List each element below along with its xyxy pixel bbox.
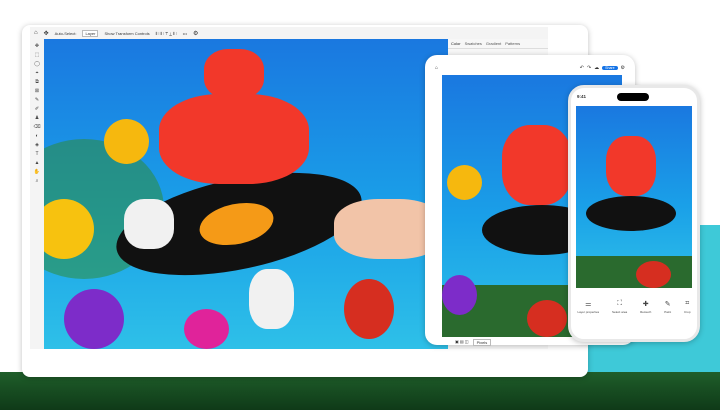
gear-icon[interactable]: ⚙: [193, 30, 198, 37]
panel-tab[interactable]: Color: [451, 41, 461, 46]
panel-tab[interactable]: Patterns: [505, 41, 520, 46]
units-select[interactable]: Pixels: [472, 339, 492, 346]
forest-backdrop: [0, 372, 720, 410]
phone-tool-button[interactable]: ⌗ Crop: [684, 300, 691, 314]
phone-tool-label: Layer properties: [577, 310, 600, 314]
tool-button[interactable]: ⊠: [35, 88, 39, 94]
phone-canvas[interactable]: [576, 106, 692, 288]
tools-panel: ✥ ⬚ ◯ ⌖ ⧉ ⊠ ✎ ✐ ♟ ⌫ ◐ ◈ T ▲ ✋ ⌕: [30, 39, 44, 349]
dynamic-island: [617, 93, 649, 101]
settings-icon[interactable]: ⚙: [621, 65, 625, 71]
bandage-icon: ✚: [642, 301, 649, 308]
status-time: 9:41: [577, 94, 587, 99]
phone-tool-button[interactable]: ⚌ Layer properties: [577, 300, 599, 314]
tool-button[interactable]: ♟: [35, 115, 39, 121]
tool-button[interactable]: ✐: [35, 106, 39, 112]
undo-icon[interactable]: ↶: [580, 65, 584, 71]
tool-button[interactable]: ◐: [35, 133, 38, 139]
brush-icon: ✎: [664, 301, 671, 308]
tool-button[interactable]: ◈: [35, 142, 39, 148]
tool-button[interactable]: ⧉: [35, 79, 39, 85]
layer-select[interactable]: Layer: [82, 29, 99, 37]
align-icons[interactable]: ⫴ ⫶ ⫴ ⫶ ⊤ ⊥ ⫴ ⫶: [156, 31, 177, 36]
home-icon[interactable]: ⌂: [34, 30, 38, 36]
tool-button[interactable]: ⌫: [33, 124, 40, 130]
canvas[interactable]: [44, 39, 448, 349]
tool-button[interactable]: ✥: [35, 43, 39, 49]
phone-tool-label: Retouch: [640, 310, 652, 314]
select-icon: ⛶: [617, 300, 623, 307]
move-icon[interactable]: ✥: [44, 30, 49, 37]
options-bar: ⌂ ✥ Auto-Select: Layer Show Transform Co…: [30, 27, 548, 39]
share-button[interactable]: Share: [602, 66, 618, 70]
tool-button[interactable]: ▲: [35, 160, 40, 166]
layout-icon[interactable]: ▣ ▤ ◫: [455, 339, 469, 346]
phone-tool-label: Select area: [612, 310, 628, 314]
panel-tab[interactable]: Gradient: [486, 41, 501, 46]
tool-button[interactable]: ✎: [35, 97, 39, 103]
redo-icon[interactable]: ↷: [587, 65, 591, 71]
sliders-icon: ⚌: [585, 301, 592, 308]
tool-button[interactable]: ⌖: [36, 70, 39, 76]
tool-button[interactable]: ⬚: [35, 52, 40, 58]
panel-tab[interactable]: Swatches: [465, 41, 482, 46]
tool-button[interactable]: ⌕: [36, 178, 39, 184]
phone-frame: 9:41 ⚌ Layer properties ⛶ Select area ✚ Retou…: [568, 85, 700, 342]
home-icon[interactable]: ⌂: [435, 65, 438, 71]
phone-tool-button[interactable]: ⛶ Select area: [612, 300, 627, 314]
crop-icon: ⌗: [685, 300, 690, 307]
phone-tool-label: Crop: [683, 310, 691, 314]
phone-tool-label: Paint: [664, 310, 672, 314]
transform-controls-checkbox[interactable]: Show Transform Controls: [104, 31, 149, 36]
more-button[interactable]: •••: [183, 31, 187, 36]
tool-button[interactable]: ✋: [34, 169, 40, 175]
cloud-icon[interactable]: ☁: [594, 65, 599, 71]
tool-button[interactable]: ◯: [34, 61, 40, 67]
tool-button[interactable]: T: [35, 151, 38, 157]
phone-tool-button[interactable]: ✚ Retouch: [640, 300, 651, 314]
phone-tool-button[interactable]: ✎ Paint: [664, 300, 671, 314]
auto-select-label[interactable]: Auto-Select:: [55, 31, 77, 36]
